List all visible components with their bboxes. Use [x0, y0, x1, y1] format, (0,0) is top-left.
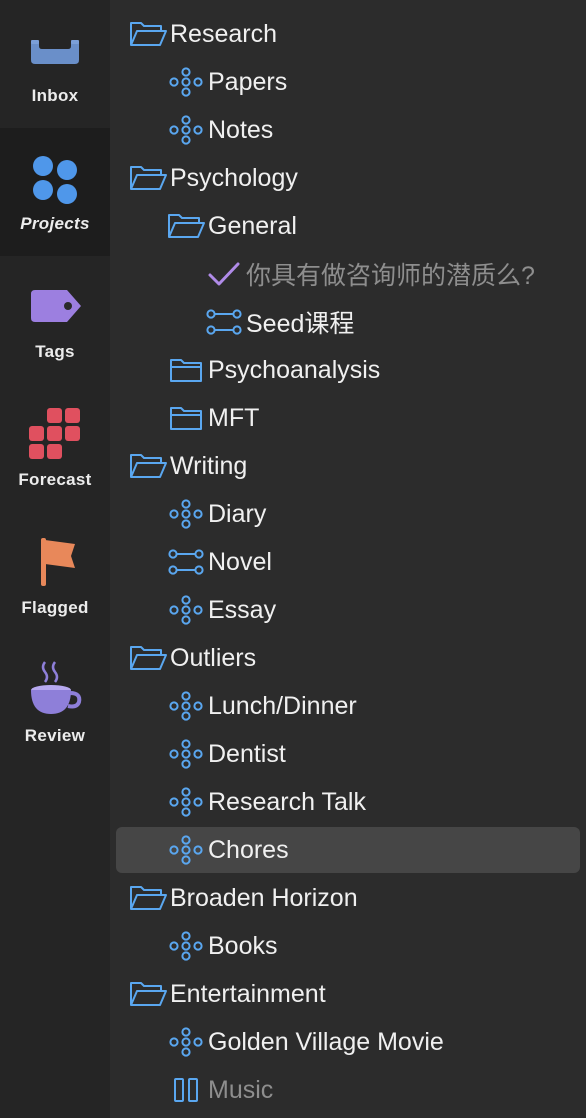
checkmark-icon: [204, 250, 244, 298]
perspective-tags[interactable]: Tags: [0, 256, 110, 384]
outline-row-label: Papers: [208, 67, 288, 96]
outline-row-research-talk[interactable]: Research Talk: [110, 778, 586, 826]
perspective-flagged[interactable]: Flagged: [0, 512, 110, 640]
folder-open-icon: [128, 874, 168, 922]
perspective-projects[interactable]: Projects: [0, 128, 110, 256]
folder-open-icon: [128, 634, 168, 682]
outline-row-label: Dentist: [208, 739, 286, 768]
outline-row-label: Diary: [208, 499, 267, 528]
outline-row-label: Psychology: [170, 163, 298, 192]
folder-open-icon: [128, 442, 168, 490]
outline-row-label: Entertainment: [170, 979, 326, 1008]
outline-row-label: Notes: [208, 115, 274, 144]
parallel-project-icon: [166, 826, 206, 874]
outline-row-writing[interactable]: Writing: [110, 442, 586, 490]
outline-row-label: Chores: [208, 835, 289, 864]
tag-icon: [23, 274, 87, 338]
perspective-bar: Inbox Projects Tags Forecast Flagged Rev…: [0, 0, 110, 1118]
perspective-label: Projects: [20, 214, 90, 233]
outline-row-research[interactable]: Research: [110, 10, 586, 58]
outline-row-diary[interactable]: Diary: [110, 490, 586, 538]
outline-row-mft[interactable]: MFT: [110, 394, 586, 442]
outline-row-label: Novel: [208, 547, 272, 576]
flag-icon: [23, 530, 87, 594]
outline-row-label: Research Talk: [208, 787, 366, 816]
parallel-project-icon: [166, 730, 206, 778]
perspective-label: Inbox: [31, 86, 79, 105]
outline-row-label: 你具有做咨询师的潜质么?: [246, 262, 535, 290]
outline-row-music[interactable]: Music: [110, 1066, 586, 1114]
perspective-label: Flagged: [21, 598, 89, 617]
outline-row-notes[interactable]: Notes: [110, 106, 586, 154]
outline-row-psychology[interactable]: Psychology: [110, 154, 586, 202]
parallel-project-icon: [166, 682, 206, 730]
forecast-grid-icon: [23, 402, 87, 466]
coffee-cup-icon: [23, 658, 87, 722]
outline-row-label: General: [208, 211, 297, 240]
outline-row-label: Outliers: [170, 643, 257, 672]
outline-row-papers[interactable]: Papers: [110, 58, 586, 106]
outline-row-label: MFT: [208, 403, 260, 432]
folder-open-icon: [128, 154, 168, 202]
outline-row-label: Lunch/Dinner: [208, 691, 357, 720]
perspective-label: Review: [24, 726, 86, 745]
outline-row-label: Seed课程: [246, 310, 355, 338]
perspective-label: Tags: [35, 342, 75, 361]
outline-row-essay[interactable]: Essay: [110, 586, 586, 634]
outline-row-label: Music: [208, 1075, 274, 1104]
outline-row-general[interactable]: General: [110, 202, 586, 250]
folder-closed-icon: [166, 394, 206, 442]
outline-row-label: Golden Village Movie: [208, 1027, 444, 1056]
sequential-project-icon: [166, 538, 206, 586]
outline-row-books[interactable]: Books: [110, 922, 586, 970]
parallel-project-icon: [166, 1018, 206, 1066]
parallel-project-icon: [166, 58, 206, 106]
outline-row-seed[interactable]: Seed课程: [110, 298, 586, 346]
outline-row-label: Research: [170, 19, 277, 48]
outline-row-broaden-horizon[interactable]: Broaden Horizon: [110, 874, 586, 922]
perspective-forecast[interactable]: Forecast: [0, 384, 110, 512]
project-outline: Research Papers Notes Psychology General: [110, 0, 586, 1118]
perspective-inbox[interactable]: Inbox: [0, 0, 110, 128]
outline-row-psychoanalysis[interactable]: Psychoanalysis: [110, 346, 586, 394]
folder-open-icon: [128, 10, 168, 58]
outline-row-label: Broaden Horizon: [170, 883, 358, 912]
outline-row-entertainment[interactable]: Entertainment: [110, 970, 586, 1018]
folder-closed-icon: [166, 346, 206, 394]
folder-open-icon: [166, 202, 206, 250]
parallel-project-icon: [166, 106, 206, 154]
folder-open-icon: [128, 970, 168, 1018]
outline-row-outliers[interactable]: Outliers: [110, 634, 586, 682]
outline-row-novel[interactable]: Novel: [110, 538, 586, 586]
projects-dots-icon: [23, 146, 87, 210]
perspective-review[interactable]: Review: [0, 640, 110, 768]
outline-row-label: Psychoanalysis: [208, 355, 381, 384]
inbox-tray-icon: [23, 18, 87, 82]
on-hold-project-icon: [166, 1066, 206, 1114]
outline-row-chores[interactable]: Chores: [110, 826, 586, 874]
sequential-project-icon: [204, 298, 244, 346]
omnifocus-window: Inbox Projects Tags Forecast Flagged Rev…: [0, 0, 586, 1118]
parallel-project-icon: [166, 490, 206, 538]
parallel-project-icon: [166, 922, 206, 970]
perspective-label: Forecast: [18, 470, 92, 489]
outline-row-[interactable]: 你具有做咨询师的潜质么?: [110, 250, 586, 298]
outline-row-lunch-dinner[interactable]: Lunch/Dinner: [110, 682, 586, 730]
parallel-project-icon: [166, 778, 206, 826]
outline-row-dentist[interactable]: Dentist: [110, 730, 586, 778]
parallel-project-icon: [166, 586, 206, 634]
outline-row-label: Essay: [208, 595, 277, 624]
outline-row-label: Books: [208, 931, 278, 960]
outline-row-label: Writing: [170, 451, 248, 480]
outline-row-golden-village-movie[interactable]: Golden Village Movie: [110, 1018, 586, 1066]
